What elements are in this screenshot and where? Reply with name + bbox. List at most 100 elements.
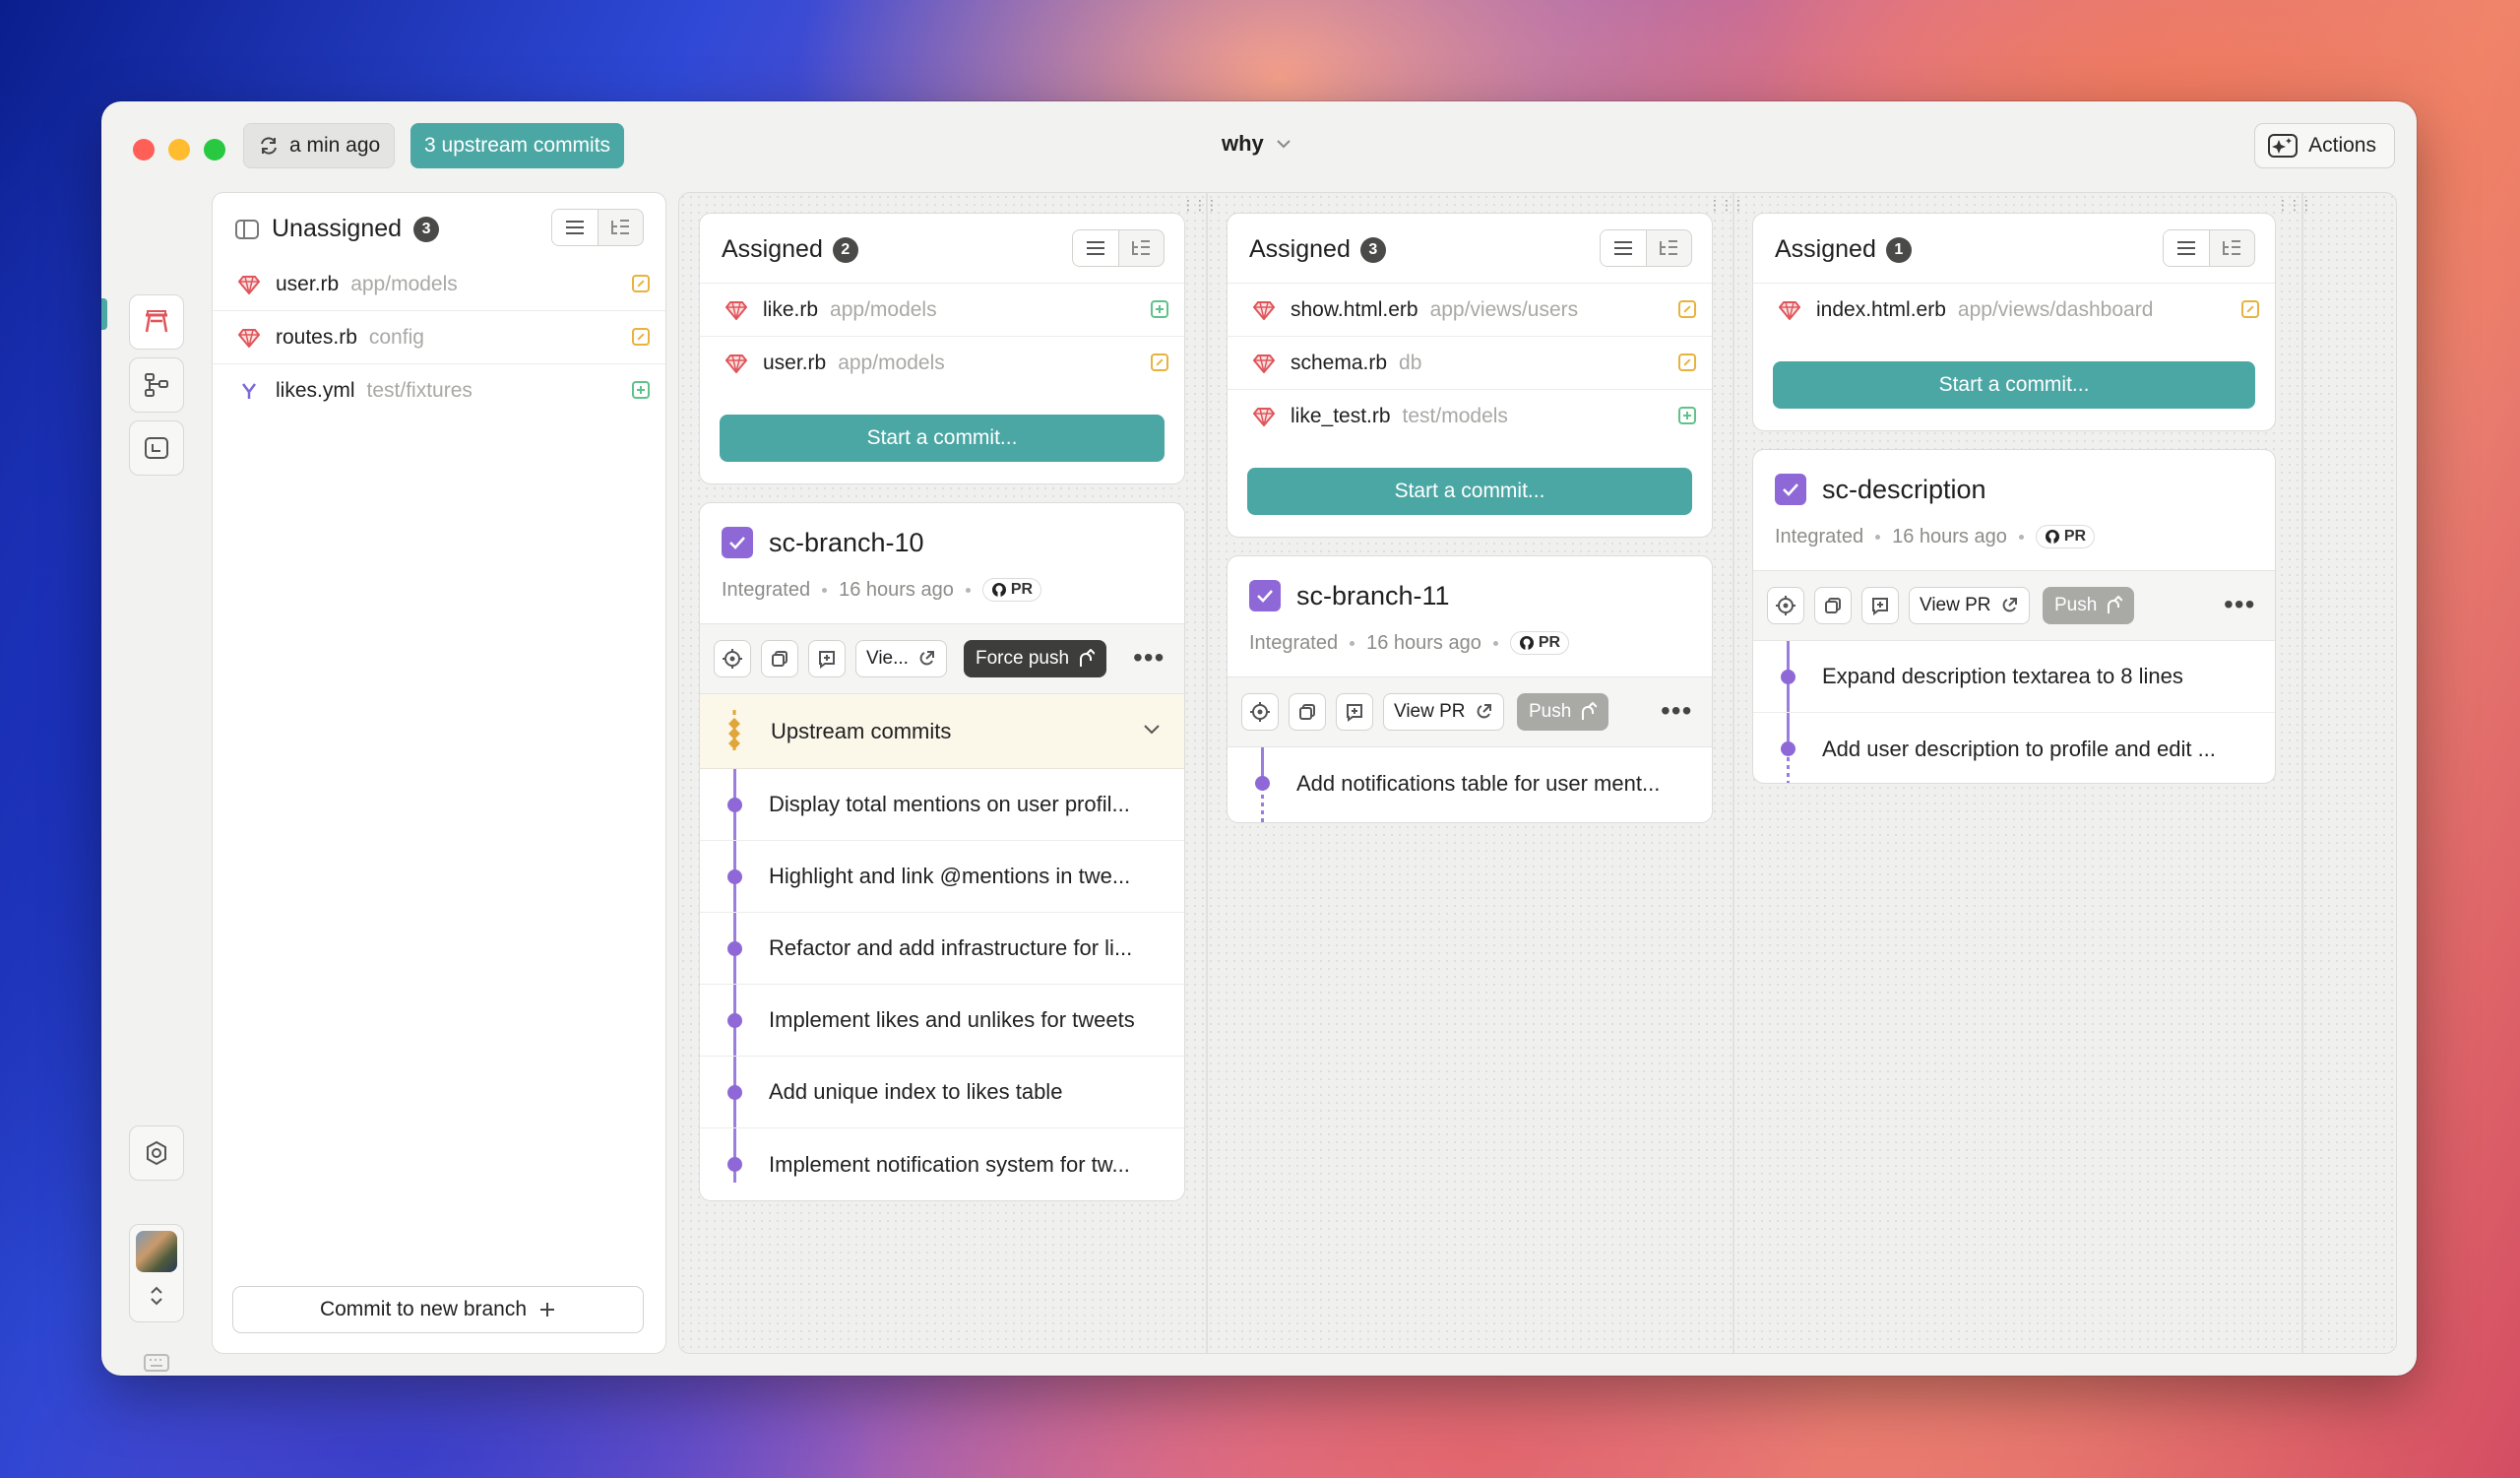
tree-view-button[interactable]: [2210, 230, 2255, 266]
lane-resize-handle[interactable]: ⋮⋮⋮: [1708, 197, 1745, 214]
start-commit-button[interactable]: Start a commit...: [720, 415, 1165, 462]
commit-new-label: Commit to new branch: [319, 1298, 528, 1320]
ruby-icon: [725, 300, 747, 320]
more-options-button[interactable]: •••: [2224, 589, 2255, 620]
commit-row[interactable]: Add notifications table for user ment...: [1228, 747, 1712, 819]
copy-button[interactable]: [1814, 587, 1852, 624]
list-view-button[interactable]: [552, 210, 598, 245]
branch-status: Integrated: [1775, 525, 1864, 547]
profile-switcher[interactable]: [129, 1224, 184, 1322]
start-commit-button[interactable]: Start a commit...: [1773, 361, 2255, 409]
tree-view-button[interactable]: [1119, 230, 1165, 266]
pr-label: PR: [2063, 528, 2087, 545]
branch-name[interactable]: sc-branch-10: [769, 528, 924, 558]
lane-resize-handle[interactable]: ⋮⋮⋮: [1181, 197, 1219, 214]
active-indicator: [101, 298, 107, 330]
file-row[interactable]: show.html.erb app/views/users: [1228, 284, 1712, 337]
commit-row[interactable]: Refactor and add infrastructure for li..…: [700, 913, 1184, 985]
view-pr-button[interactable]: Vie...: [855, 640, 947, 677]
file-row[interactable]: user.rb app/models: [700, 337, 1184, 390]
assigned-title: Assigned: [1249, 235, 1351, 263]
branch-name[interactable]: sc-branch-11: [1296, 581, 1450, 611]
project-selector[interactable]: why: [1222, 131, 1292, 157]
upstream-commits-button[interactable]: 3 upstream commits: [410, 123, 625, 168]
copy-button[interactable]: [1289, 693, 1326, 731]
branch-name[interactable]: sc-description: [1822, 475, 1986, 505]
add-comment-icon: [1872, 598, 1888, 615]
file-row[interactable]: routes.rb config: [213, 311, 665, 364]
commit-row[interactable]: Implement likes and unlikes for tweets: [700, 985, 1184, 1057]
branches-nav-button[interactable]: [129, 357, 184, 413]
file-row[interactable]: like.rb app/models: [700, 284, 1184, 337]
view-pr-button[interactable]: View PR: [1383, 693, 1504, 731]
ruby-icon: [238, 275, 260, 294]
list-view-button[interactable]: [1073, 230, 1119, 266]
keyboard-shortcuts-button[interactable]: [143, 1352, 170, 1376]
locate-button[interactable]: [1241, 693, 1279, 731]
history-nav-button[interactable]: [129, 420, 184, 476]
copy-button[interactable]: [761, 640, 798, 677]
ruby-icon: [238, 328, 260, 348]
file-row[interactable]: schema.rb db: [1228, 337, 1712, 390]
actions-button[interactable]: Actions: [2254, 123, 2395, 168]
file-path: app/views/dashboard: [1957, 298, 2154, 321]
branch-select-checkbox[interactable]: [722, 527, 753, 558]
commit-dot: [727, 1085, 742, 1100]
assigned-count-badge: 2: [832, 236, 858, 263]
tree-view-button[interactable]: [1647, 230, 1692, 266]
view-pr-button[interactable]: View PR: [1909, 587, 2030, 624]
file-row[interactable]: user.rb app/models: [213, 258, 665, 311]
add-review-button[interactable]: [1336, 693, 1373, 731]
lane-resize-handle[interactable]: ⋮⋮⋮: [2276, 197, 2313, 214]
add-review-button[interactable]: [808, 640, 846, 677]
minimize-window-button[interactable]: [168, 139, 190, 161]
branch-select-checkbox[interactable]: [1775, 474, 1806, 505]
assigned-files-card: Assigned 3 show.html.erb app/views/users…: [1227, 213, 1713, 538]
file-row[interactable]: index.html.erb app/views/dashboard: [1753, 284, 2275, 337]
upstream-commits-section[interactable]: Upstream commits: [700, 694, 1184, 769]
workspace-nav-button[interactable]: [129, 294, 184, 350]
more-options-button[interactable]: •••: [1133, 642, 1165, 674]
file-name: show.html.erb: [1291, 297, 1418, 321]
commit-row[interactable]: Highlight and link @mentions in twe...: [700, 841, 1184, 913]
unassigned-count-badge: 3: [413, 216, 440, 242]
add-review-button[interactable]: [1861, 587, 1899, 624]
branch-select-checkbox[interactable]: [1249, 580, 1281, 611]
file-row[interactable]: like_test.rb test/models: [1228, 390, 1712, 443]
start-commit-button[interactable]: Start a commit...: [1247, 468, 1692, 515]
commit-row[interactable]: Display total mentions on user profil...: [700, 769, 1184, 841]
push-button[interactable]: Push: [2043, 587, 2135, 624]
locate-button[interactable]: [714, 640, 751, 677]
list-view-button[interactable]: [1601, 230, 1647, 266]
file-row[interactable]: likes.yml test/fixtures: [213, 364, 665, 418]
commit-dot: [1781, 741, 1796, 756]
fetch-status-button[interactable]: a min ago: [243, 123, 396, 168]
locate-button[interactable]: [1767, 587, 1804, 624]
file-name: user.rb: [763, 352, 827, 374]
more-options-button[interactable]: •••: [1661, 695, 1692, 727]
modified-status-icon: [632, 328, 650, 346]
pr-badge[interactable]: PR: [981, 578, 1042, 602]
commit-to-new-branch-button[interactable]: Commit to new branch: [232, 1286, 644, 1333]
file-name: index.html.erb: [1816, 298, 1946, 321]
pr-badge[interactable]: PR: [1509, 631, 1570, 655]
unassigned-title: Unassigned: [272, 215, 403, 242]
commit-row[interactable]: Implement notification system for tw...: [700, 1128, 1184, 1200]
push-button[interactable]: Push: [1517, 693, 1609, 731]
close-window-button[interactable]: [133, 139, 155, 161]
list-view-button[interactable]: [2164, 230, 2210, 266]
push-icon: [1582, 702, 1598, 720]
commit-list: Display total mentions on user profil...…: [700, 769, 1184, 1200]
pr-badge[interactable]: PR: [2035, 525, 2096, 548]
commit-list: Expand description textarea to 8 lines A…: [1753, 641, 2275, 783]
workbench-icon: [145, 310, 168, 333]
file-name: like.rb: [763, 297, 819, 321]
commit-row[interactable]: Add user description to profile and edit…: [1753, 713, 2275, 783]
force-push-button[interactable]: Force push: [964, 640, 1107, 677]
settings-nav-button[interactable]: [129, 1125, 184, 1181]
commit-row[interactable]: Add unique index to likes table: [700, 1057, 1184, 1128]
zoom-window-button[interactable]: [204, 139, 225, 161]
commit-row[interactable]: Expand description textarea to 8 lines: [1753, 641, 2275, 713]
tree-view-button[interactable]: [598, 210, 644, 245]
view-pr-label: View PR: [1394, 701, 1466, 722]
